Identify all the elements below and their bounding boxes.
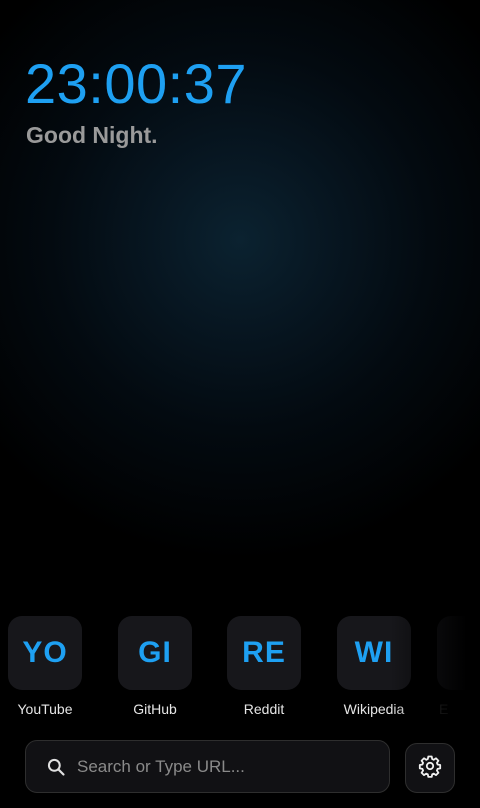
shortcut-tile[interactable]: WI bbox=[337, 616, 411, 690]
shortcuts-row: YO YouTube GI GitHub RE Reddit WI Wikipe… bbox=[0, 616, 480, 726]
gear-icon bbox=[418, 754, 442, 783]
shortcut-label: YouTube bbox=[17, 701, 73, 717]
settings-button[interactable] bbox=[405, 743, 455, 793]
search-bar[interactable] bbox=[25, 740, 390, 793]
clock-time: 23:00:37 bbox=[25, 52, 247, 115]
shortcut-tile[interactable]: GI bbox=[118, 616, 192, 690]
shortcut-reddit[interactable]: RE Reddit bbox=[219, 616, 309, 717]
launcher-screen: 23:00:37 Good Night. YO YouTube GI GitHu… bbox=[0, 0, 480, 808]
shortcut-label: E bbox=[439, 701, 449, 717]
greeting-text: Good Night. bbox=[26, 122, 158, 148]
shortcut-label: GitHub bbox=[133, 701, 177, 717]
shortcut-label: Reddit bbox=[243, 701, 285, 717]
shortcut-partial[interactable]: E bbox=[429, 616, 480, 717]
shortcut-abbr: YO bbox=[22, 636, 68, 669]
shortcut-abbr: GI bbox=[138, 636, 172, 669]
shortcut-tile[interactable]: RE bbox=[227, 616, 301, 690]
shortcut-github[interactable]: GI GitHub bbox=[110, 616, 200, 717]
shortcut-label: Wikipedia bbox=[343, 701, 405, 717]
search-input[interactable] bbox=[77, 756, 389, 777]
shortcut-tile[interactable] bbox=[437, 616, 480, 690]
shortcut-abbr: WI bbox=[354, 636, 394, 669]
shortcut-tile[interactable]: YO bbox=[8, 616, 82, 690]
shortcut-abbr: RE bbox=[242, 636, 286, 669]
search-icon bbox=[45, 756, 67, 778]
shortcut-wikipedia[interactable]: WI Wikipedia bbox=[329, 616, 419, 717]
shortcut-youtube[interactable]: YO YouTube bbox=[0, 616, 90, 717]
